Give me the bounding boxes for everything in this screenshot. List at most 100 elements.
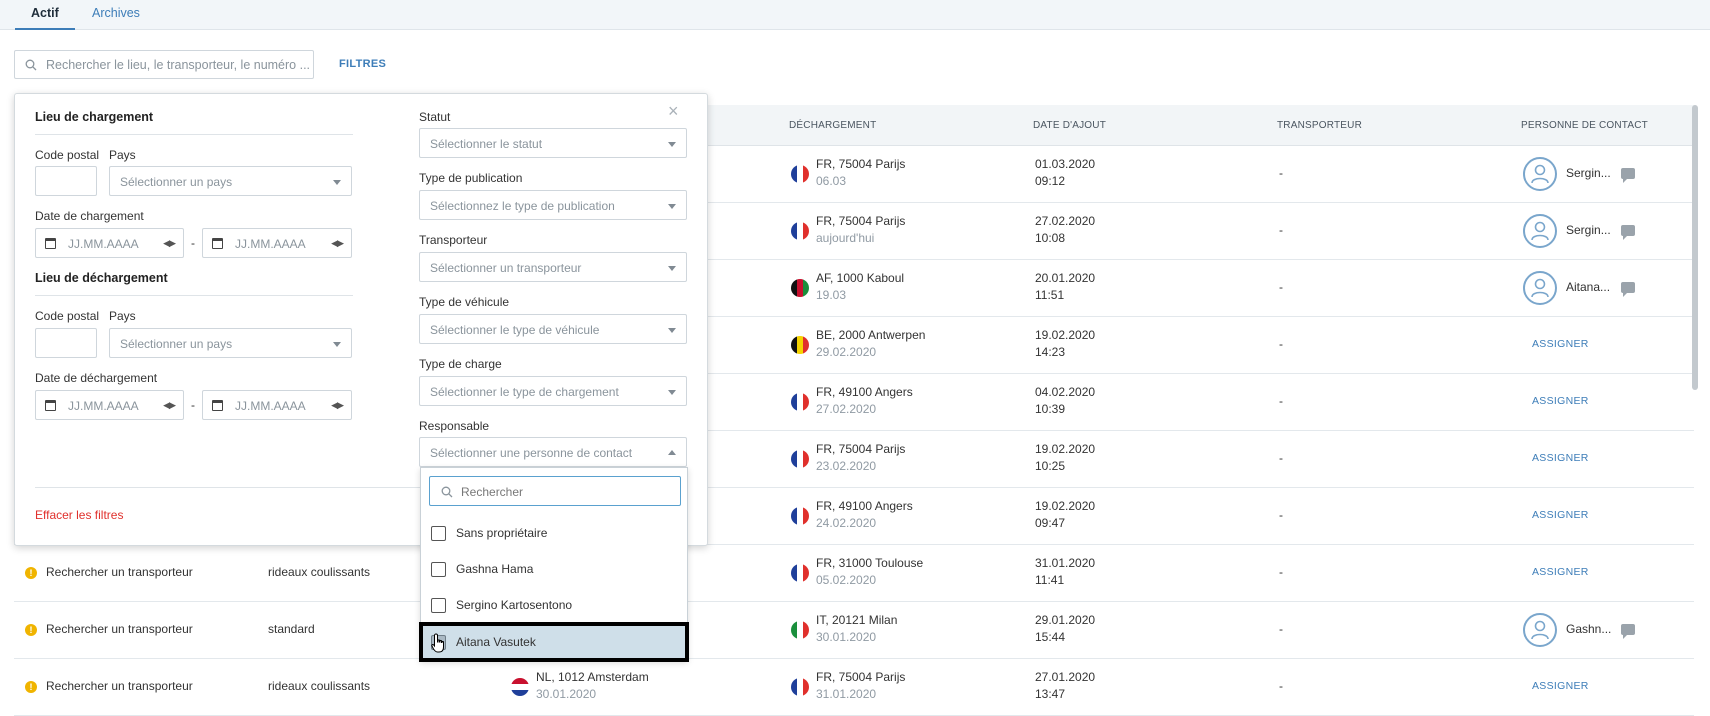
- unloading-place: FR, 75004 Parijs: [816, 670, 906, 684]
- checkbox[interactable]: [431, 562, 446, 577]
- hand-cursor-icon: [431, 633, 444, 653]
- unloading-date: 05.02.2020: [816, 573, 877, 587]
- close-icon[interactable]: ×: [668, 101, 679, 122]
- divider: [35, 487, 420, 488]
- carrier: -: [1279, 337, 1283, 351]
- clear-filters-link[interactable]: Effacer les filtres: [35, 508, 123, 522]
- col-contact[interactable]: PERSONNE DE CONTACT: [1521, 120, 1648, 131]
- checkbox[interactable]: [431, 598, 446, 613]
- vehicule-select[interactable]: Sélectionner le type de véhicule: [419, 314, 687, 344]
- dropdown-item-sans-proprietaire[interactable]: Sans propriétaire: [421, 515, 687, 551]
- warning-icon: !: [25, 681, 37, 693]
- unloading-postal-code-input[interactable]: [35, 328, 97, 358]
- arrows-icon[interactable]: ◀▶: [331, 400, 344, 411]
- dropdown-item-gashna-hama[interactable]: Gashna Hama: [421, 551, 687, 587]
- unloading-date: 31.01.2020: [816, 687, 877, 701]
- unloading-date-to[interactable]: JJ.MM.AAAA ◀▶: [202, 390, 352, 420]
- transporteur-label: Transporteur: [419, 233, 488, 247]
- unloading-date: 24.02.2020: [816, 516, 877, 530]
- statut-select[interactable]: Sélectionner le statut: [419, 128, 687, 158]
- dropdown-item-aitana-vasutek[interactable]: Aitana Vasutek: [419, 622, 689, 662]
- filters-button[interactable]: FILTRES: [339, 58, 386, 70]
- loading-date-to[interactable]: JJ.MM.AAAA ◀▶: [202, 228, 352, 258]
- date-placeholder: JJ.MM.AAAA: [235, 399, 306, 413]
- assign-button[interactable]: ASSIGNER: [1532, 452, 1589, 464]
- chat-icon[interactable]: [1621, 168, 1635, 183]
- date-range-dash: -: [191, 398, 195, 412]
- search-icon: [25, 59, 37, 71]
- assign-button[interactable]: ASSIGNER: [1532, 509, 1589, 521]
- chat-icon[interactable]: [1621, 225, 1635, 240]
- assign-button[interactable]: ASSIGNER: [1532, 566, 1589, 578]
- assign-button[interactable]: ASSIGNER: [1532, 338, 1589, 350]
- unloading-date: 29.02.2020: [816, 345, 877, 359]
- arrows-icon[interactable]: ◀▶: [163, 238, 176, 249]
- calendar-icon: [212, 400, 223, 411]
- carrier: -: [1279, 679, 1283, 693]
- tab-actif[interactable]: Actif: [15, 6, 75, 30]
- charge-label: Type de charge: [419, 357, 502, 371]
- search-input[interactable]: Rechercher le lieu, le transporteur, le …: [14, 50, 314, 79]
- unloading-date: 30.01.2020: [816, 630, 877, 644]
- added-time: 09:12: [1035, 174, 1066, 188]
- dropdown-item-sergino-kartosentono[interactable]: Sergino Kartosentono: [421, 587, 687, 623]
- transporteur-select[interactable]: Sélectionner un transporteur: [419, 252, 687, 282]
- carrier: -: [1279, 166, 1283, 180]
- warning-icon: !: [25, 624, 37, 636]
- table-row[interactable]: ! Rechercher un transporteur standard IT, 2…: [14, 602, 1694, 659]
- contact-name[interactable]: Aitana...: [1566, 280, 1610, 294]
- unloading-date-from[interactable]: JJ.MM.AAAA ◀▶: [35, 390, 184, 420]
- calendar-icon: [212, 238, 223, 249]
- country-label: Pays: [109, 309, 136, 323]
- calendar-icon: [45, 400, 56, 411]
- country-placeholder: Sélectionner un pays: [120, 175, 233, 189]
- unloading-place: FR, 49100 Angers: [816, 499, 913, 513]
- select-placeholder: Sélectionner le type de chargement: [430, 385, 619, 399]
- unloading-country-select[interactable]: Sélectionner un pays: [109, 328, 352, 358]
- chat-icon[interactable]: [1621, 282, 1635, 297]
- carrier: -: [1279, 451, 1283, 465]
- loading-date-label: Date de chargement: [35, 209, 144, 223]
- select-placeholder: Sélectionner le type de véhicule: [430, 323, 600, 337]
- table-row[interactable]: ! Rechercher un transporteur rideaux couli…: [14, 545, 1694, 602]
- responsable-select[interactable]: Sélectionner une personne de contact: [419, 437, 687, 467]
- dropdown-search-input[interactable]: Rechercher: [429, 476, 681, 506]
- col-transporteur[interactable]: TRANSPORTEUR: [1277, 120, 1362, 131]
- scrollbar[interactable]: [1692, 105, 1698, 390]
- flag-be-icon: [791, 336, 809, 354]
- status-text: Rechercher un transporteur: [46, 622, 193, 636]
- vehicle-type: rideaux coulissants: [268, 679, 371, 693]
- charge-select[interactable]: Sélectionner le type de chargement: [419, 376, 687, 406]
- arrows-icon[interactable]: ◀▶: [331, 238, 344, 249]
- contact-name[interactable]: Sergin...: [1566, 166, 1611, 180]
- flag-fr-icon: [791, 393, 809, 411]
- checkbox[interactable]: [431, 526, 446, 541]
- loading-postal-code-input[interactable]: [35, 166, 97, 196]
- table-row[interactable]: ! Rechercher un transporteur rideaux couli…: [14, 659, 1694, 716]
- flag-fr-icon: [791, 678, 809, 696]
- avatar[interactable]: [1523, 214, 1557, 248]
- date-placeholder: JJ.MM.AAAA: [68, 237, 139, 251]
- arrows-icon[interactable]: ◀▶: [163, 400, 176, 411]
- assign-button[interactable]: ASSIGNER: [1532, 680, 1589, 692]
- tab-archives[interactable]: Archives: [92, 6, 140, 20]
- contact-name[interactable]: Sergin...: [1566, 223, 1611, 237]
- assign-button[interactable]: ASSIGNER: [1532, 395, 1589, 407]
- publication-label: Type de publication: [419, 171, 523, 185]
- avatar[interactable]: [1523, 157, 1557, 191]
- vehicle-type: standard: [268, 622, 315, 636]
- added-date: 29.01.2020: [1035, 613, 1096, 627]
- added-date: 27.02.2020: [1035, 214, 1096, 228]
- select-placeholder: Sélectionner le statut: [430, 137, 543, 151]
- contact-name[interactable]: Gashn...: [1566, 622, 1611, 636]
- added-time: 09:47: [1035, 516, 1066, 530]
- loading-date-from[interactable]: JJ.MM.AAAA ◀▶: [35, 228, 184, 258]
- publication-select[interactable]: Sélectionnez le type de publication: [419, 190, 687, 220]
- col-date-ajout[interactable]: DATE D'AJOUT: [1033, 120, 1106, 131]
- loading-country-select[interactable]: Sélectionner un pays: [109, 166, 352, 196]
- avatar[interactable]: [1523, 613, 1557, 647]
- unloading-date: 06.03: [816, 174, 847, 188]
- col-dechargement[interactable]: DÉCHARGEMENT: [789, 120, 876, 131]
- chat-icon[interactable]: [1621, 624, 1635, 639]
- avatar[interactable]: [1523, 271, 1557, 305]
